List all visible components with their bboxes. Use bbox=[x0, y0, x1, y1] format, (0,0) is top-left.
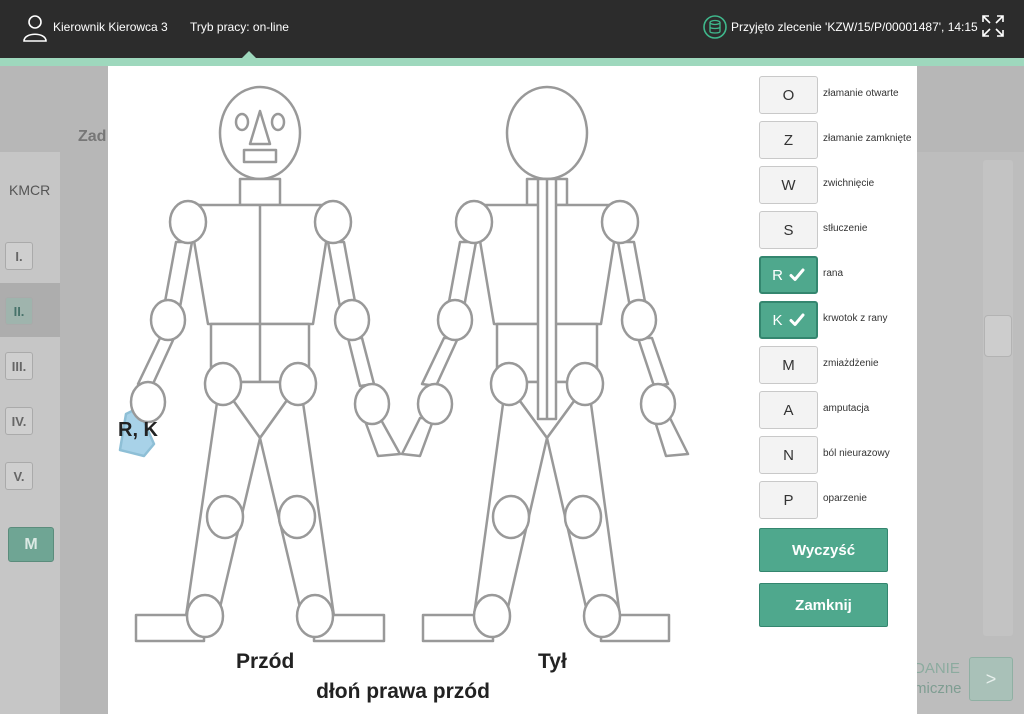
top-bar-notch bbox=[241, 51, 257, 59]
background-right-text-1: DANIE bbox=[914, 660, 960, 677]
back-shoulder-left[interactable] bbox=[454, 199, 494, 245]
injury-description: oparzenie bbox=[823, 493, 867, 504]
injury-code-label: W bbox=[781, 176, 796, 194]
front-elbow-left[interactable] bbox=[333, 298, 371, 342]
front-elbow-right[interactable] bbox=[149, 298, 187, 342]
top-bar-accent bbox=[0, 58, 1024, 66]
injury-button-k[interactable]: K bbox=[759, 301, 818, 339]
top-bar: Kierownik Kierowca 3 Tryb pracy: on-line… bbox=[0, 0, 1024, 58]
back-head[interactable] bbox=[505, 85, 589, 181]
injury-code-label: P bbox=[783, 491, 794, 509]
front-wrist-right[interactable] bbox=[129, 380, 167, 424]
user-name[interactable]: Kierownik Kierowca 3 bbox=[53, 20, 168, 34]
background-m-button: M bbox=[8, 527, 54, 562]
injury-button-s[interactable]: S bbox=[759, 211, 818, 249]
background-section-label: KMCR bbox=[9, 182, 51, 198]
back-ankle-left[interactable] bbox=[472, 593, 512, 639]
injury-button-n[interactable]: N bbox=[759, 436, 818, 474]
front-knee-right[interactable] bbox=[205, 494, 245, 540]
injury-description: ból nieurazowy bbox=[823, 448, 890, 459]
back-wrist-left[interactable] bbox=[416, 382, 454, 426]
front-forearm-left[interactable] bbox=[346, 336, 376, 388]
front-neck[interactable] bbox=[238, 177, 282, 207]
selected-body-part: dłoń prawa przód bbox=[316, 680, 490, 703]
background-scrollbar-thumb bbox=[984, 315, 1012, 357]
front-knee-left[interactable] bbox=[277, 494, 317, 540]
close-button[interactable]: Zamknij bbox=[759, 583, 888, 627]
background-roman-1: I. bbox=[5, 242, 33, 270]
injury-description: złamanie zamknięte bbox=[823, 133, 912, 144]
front-eye-left bbox=[234, 112, 250, 132]
background-roman-5: V. bbox=[5, 462, 33, 490]
injury-button-a[interactable]: A bbox=[759, 391, 818, 429]
body-diagram[interactable] bbox=[108, 66, 748, 714]
body-back[interactable] bbox=[400, 85, 690, 643]
front-mouth bbox=[242, 148, 278, 164]
background-tab-label: Zad bbox=[78, 128, 107, 145]
injury-code-label: R bbox=[772, 266, 783, 284]
back-elbow-left[interactable] bbox=[436, 298, 474, 342]
injury-description: rana bbox=[823, 268, 844, 279]
injury-button-p[interactable]: P bbox=[759, 481, 818, 519]
front-forearm-right[interactable] bbox=[136, 336, 176, 388]
back-hip-left[interactable] bbox=[489, 361, 529, 407]
injury-marker-label: R, K bbox=[118, 419, 158, 441]
front-wrist-left[interactable] bbox=[353, 382, 391, 426]
back-knee-left[interactable] bbox=[491, 494, 531, 540]
injury-code-label: K bbox=[772, 311, 783, 329]
injury-button-m[interactable]: M bbox=[759, 346, 818, 384]
clear-button[interactable]: Wyczyść bbox=[759, 528, 888, 572]
work-mode[interactable]: Tryb pracy: on-line bbox=[190, 20, 289, 34]
injury-code-label: N bbox=[783, 446, 794, 464]
background-right-text-2: miczne bbox=[914, 680, 962, 697]
front-eye-right bbox=[270, 112, 286, 132]
status-message: Przyjęto zlecenie 'KZW/15/P/00001487', 1… bbox=[731, 20, 978, 34]
front-ankle-right[interactable] bbox=[185, 593, 225, 639]
back-forearm-right[interactable] bbox=[636, 336, 670, 388]
front-ankle-left[interactable] bbox=[295, 593, 335, 639]
injury-description: zmiażdżenie bbox=[823, 358, 879, 369]
background-scrollbar-track bbox=[983, 160, 1013, 636]
injury-description: złamanie otwarte bbox=[823, 88, 899, 99]
background-next-button: > bbox=[969, 657, 1013, 701]
injury-code-label: A bbox=[783, 401, 794, 419]
front-hip-right[interactable] bbox=[203, 361, 243, 407]
front-view-label: Przód bbox=[236, 650, 295, 673]
injury-description: stłuczenie bbox=[823, 223, 868, 234]
background-roman-2: II. bbox=[5, 297, 33, 325]
back-view-label: Tył bbox=[538, 650, 567, 673]
injury-description: amputacja bbox=[823, 403, 870, 414]
injury-button-r[interactable]: R bbox=[759, 256, 818, 294]
injury-button-z[interactable]: Z bbox=[759, 121, 818, 159]
database-icon bbox=[703, 15, 727, 39]
background-roman-3: III. bbox=[5, 352, 33, 380]
back-knee-right[interactable] bbox=[563, 494, 603, 540]
back-hip-right[interactable] bbox=[565, 361, 605, 407]
body-front[interactable] bbox=[118, 85, 402, 643]
injury-modal: R, K Przód Tył dłoń prawa przód O złaman… bbox=[108, 66, 917, 714]
back-shoulder-right[interactable] bbox=[600, 199, 640, 245]
checkmark-icon bbox=[789, 313, 804, 326]
background-roman-4: IV. bbox=[5, 407, 33, 435]
injury-button-w[interactable]: W bbox=[759, 166, 818, 204]
back-forearm-left[interactable] bbox=[420, 336, 460, 388]
injury-code-label: Z bbox=[783, 131, 794, 149]
back-wrist-right[interactable] bbox=[639, 382, 677, 426]
injury-description: zwichnięcie bbox=[823, 178, 875, 189]
injury-description: krwotok z rany bbox=[823, 313, 888, 324]
front-hip-left[interactable] bbox=[278, 361, 318, 407]
back-elbow-right[interactable] bbox=[620, 298, 658, 342]
injury-code-label: O bbox=[782, 86, 795, 104]
fullscreen-icon[interactable] bbox=[982, 15, 1004, 37]
injury-code-label: S bbox=[783, 221, 794, 239]
user-icon[interactable] bbox=[22, 14, 48, 42]
injury-code-label: M bbox=[782, 356, 795, 374]
front-shoulder-left[interactable] bbox=[313, 199, 353, 245]
front-shoulder-right[interactable] bbox=[168, 199, 208, 245]
back-ankle-right[interactable] bbox=[582, 593, 622, 639]
injury-button-o[interactable]: O bbox=[759, 76, 818, 114]
checkmark-icon bbox=[789, 268, 805, 281]
